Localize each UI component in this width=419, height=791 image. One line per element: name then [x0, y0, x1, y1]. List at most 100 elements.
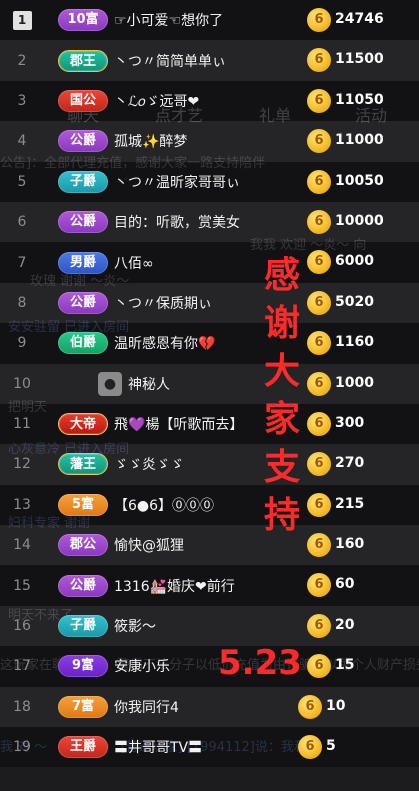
contribution-value: 1000: [335, 374, 374, 391]
ranking-row[interactable]: 15 公爵 1316💒婚庆❤前行 6 60: [0, 565, 419, 606]
contribution-value: 11500: [335, 51, 384, 68]
user-name: 筱影～: [114, 619, 156, 636]
coin-icon: 6: [307, 88, 331, 113]
ranking-row[interactable]: 6 公爵 目的：听歌，赏美女 6 10000: [0, 201, 419, 243]
rank-number: 14: [13, 537, 31, 554]
ranking-row[interactable]: 7 男爵 八佰∞ 6 6000: [0, 242, 419, 283]
thanks-char: 持: [263, 495, 300, 536]
contribution-value: 15: [335, 657, 355, 674]
ranking-row[interactable]: 5 子爵 丶つ〃温昕家哥哥ぃ 6 10050: [0, 161, 419, 202]
rank-number: 15: [13, 577, 31, 594]
thanks-overlay-text: 感 谢 大 家 支 持: [262, 252, 302, 540]
rank-number: 5: [17, 173, 27, 190]
rank-number: 11: [13, 416, 31, 433]
ranking-row[interactable]: 2 郡王 丶つ〃简简单单ぃ 6 11500: [0, 40, 419, 81]
rank-badge: 子爵: [58, 615, 108, 638]
ranking-row[interactable]: 14 郡公 愉快@狐狸 6 160: [0, 525, 419, 566]
coin-icon: 6: [307, 371, 331, 396]
contribution-value: 11050: [335, 91, 384, 108]
ranking-row[interactable]: 17 9富 安康小乐 6 15: [0, 646, 419, 687]
contribution-value: 20: [335, 616, 355, 633]
ranking-row[interactable]: 18 7富 你我同行4 6 10: [0, 686, 419, 728]
thanks-char: 大: [263, 351, 300, 392]
rank-number: 19: [13, 739, 31, 756]
rank-badge: 郡王: [58, 49, 108, 72]
rank-badge: 男爵: [58, 251, 108, 274]
ranking-row[interactable]: 3 国公 丶ℒ𝑜ゞ远哥❤ 6 11050: [0, 80, 419, 122]
user-name: 你我同行4: [114, 699, 179, 716]
ranking-row[interactable]: 9 伯爵 温昕感恩有你💔 6 1160: [0, 323, 419, 364]
ranking-row[interactable]: 19 王爵 〓井哥哥TV〓 6 5: [0, 727, 419, 768]
coin-icon: 6: [307, 169, 331, 194]
coin-icon: 6: [307, 8, 331, 32]
coin-icon: 6: [307, 613, 331, 638]
ranking-row[interactable]: 11 大帝 飛💜楊【听歌而去】 6 300: [0, 403, 419, 445]
rank-number: 17: [13, 658, 31, 675]
rank-number: 1: [0, 10, 44, 30]
rank-number: 4: [17, 133, 27, 150]
user-name: 〓井哥哥TV〓: [114, 740, 203, 757]
rank-badge: 公爵: [58, 574, 108, 597]
ranking-row[interactable]: 10 ● 神秘人 6 1000: [0, 363, 419, 404]
rank-number: 2: [17, 52, 27, 69]
rank-badge: 10富: [58, 9, 108, 32]
rank-badge: 7富: [58, 695, 108, 718]
thanks-char: 感: [263, 255, 300, 296]
rank-badge: 9富: [58, 655, 108, 678]
rank-badge: 大帝: [58, 413, 108, 436]
contribution-value: 1160: [335, 334, 374, 351]
ranking-row[interactable]: 12 藩王 ゞゞ炎ゞゞ 6 270: [0, 444, 419, 485]
rank-badge: 公爵: [58, 291, 108, 314]
ranking-row[interactable]: 8 公爵 丶つ〃保质期ぃ 6 5020: [0, 282, 419, 324]
contribution-value: 10000: [335, 212, 384, 229]
contribution-value: 215: [335, 495, 365, 512]
contribution-value: 10: [326, 697, 346, 714]
thanks-char: 谢: [263, 303, 300, 344]
rank-badge: 藩王: [58, 453, 108, 476]
rank-number: 8: [17, 294, 27, 311]
coin-icon: 6: [298, 735, 322, 760]
rank-badge: 国公: [58, 89, 108, 112]
rank-badge: 王爵: [58, 736, 108, 759]
coin-icon: 6: [307, 533, 331, 558]
rank-number: 12: [13, 456, 31, 473]
rank-number: 9: [17, 335, 27, 352]
contribution-value: 5: [326, 738, 336, 755]
date-overlay-text: 5.23: [218, 643, 302, 683]
contribution-value: 60: [335, 576, 355, 593]
ranking-row[interactable]: 16 子爵 筱影～ 6 20: [0, 605, 419, 647]
contribution-value: 160: [335, 536, 365, 553]
coin-icon: 6: [298, 694, 322, 719]
mystery-person-icon: ●: [98, 371, 122, 396]
contribution-value: 300: [335, 414, 365, 431]
rank-number: 10: [13, 375, 31, 392]
rank-badge: 公爵: [58, 211, 108, 234]
thanks-char: 支: [263, 447, 300, 488]
contribution-value: 6000: [335, 253, 374, 270]
rank-number: 18: [13, 698, 31, 715]
rank-number: 3: [17, 92, 27, 109]
rank-badge: 郡公: [58, 534, 108, 557]
rank-number: 6: [17, 214, 27, 231]
rank-number: 13: [13, 496, 31, 513]
thanks-char: 家: [263, 399, 300, 440]
ranking-row[interactable]: 13 5富 【6●6】⓪⓪⓪ 6 215: [0, 484, 419, 526]
rank-number: 7: [17, 254, 27, 271]
contribution-value: 24746: [335, 11, 384, 27]
rank-badge: 5富: [58, 493, 108, 516]
rank-number: 16: [13, 618, 31, 635]
coin-icon: 6: [307, 129, 331, 154]
rank-badge: 伯爵: [58, 332, 108, 355]
ranking-row[interactable]: 1 10富 ☞小可爱☜想你了 6 24746: [0, 0, 419, 41]
contribution-ranking-list: 1 10富 ☞小可爱☜想你了 6 24746 2 郡王 丶つ〃简简单单ぃ 6 1…: [0, 0, 419, 768]
rank-badge: 公爵: [58, 130, 108, 153]
coin-icon: 6: [307, 290, 331, 315]
ranking-row[interactable]: 4 公爵 孤城✨醉梦 6 11000: [0, 121, 419, 162]
coin-icon: 6: [307, 331, 331, 356]
coin-icon: 6: [307, 209, 331, 234]
rank-badge: 子爵: [58, 170, 108, 193]
user-name: 1316💒婚庆❤前行: [114, 578, 235, 595]
coin-icon: 6: [307, 411, 331, 436]
contribution-value: 10050: [335, 172, 384, 189]
contribution-value: 11000: [335, 132, 384, 149]
